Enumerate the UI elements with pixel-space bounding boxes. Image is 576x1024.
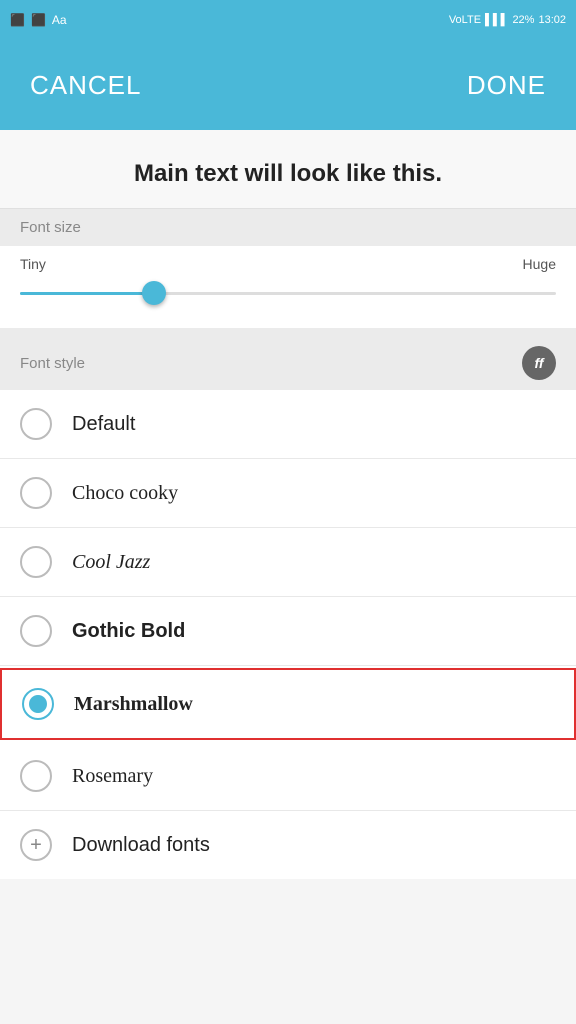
preview-text: Main text will look like this. (20, 160, 556, 188)
status-bar: ⬛ ⬛ Aa VoLTE ▌▌▌ 22% 13:02 (0, 0, 576, 40)
font-name-rosemary: Rosemary (72, 765, 153, 788)
font-name-cool-jazz: Cool Jazz (72, 551, 150, 574)
slider-fill (20, 292, 154, 295)
accessibility-icon: ⬛ (31, 13, 46, 27)
font-item-cool-jazz[interactable]: Cool Jazz (0, 528, 576, 597)
volte-indicator: VoLTE (449, 14, 481, 26)
plus-icon: + (20, 829, 52, 861)
radio-default[interactable] (20, 408, 52, 440)
screenshot-icon: ⬛ (10, 13, 25, 27)
radio-cool-jazz[interactable] (20, 546, 52, 578)
font-size-section: Tiny Huge (0, 246, 576, 336)
font-list: Default Choco cooky Cool Jazz Gothic Bol… (0, 390, 576, 879)
status-bar-left: ⬛ ⬛ Aa (10, 13, 67, 27)
status-bar-right: VoLTE ▌▌▌ 22% 13:02 (449, 14, 566, 26)
font-item-rosemary[interactable]: Rosemary (0, 742, 576, 811)
font-name-choco-cooky: Choco cooky (72, 482, 178, 505)
preview-area: Main text will look like this. (0, 130, 576, 209)
font-size-slider[interactable] (20, 278, 556, 308)
ff-badge[interactable]: ff (522, 346, 556, 380)
font-item-marshmallow[interactable]: Marshmallow (0, 668, 576, 740)
radio-inner-marshmallow (29, 695, 47, 713)
battery-level: 22% (512, 14, 534, 26)
radio-marshmallow[interactable] (22, 688, 54, 720)
font-item-default[interactable]: Default (0, 390, 576, 459)
font-size-section-header: Font size (0, 209, 576, 246)
slider-max-label: Huge (523, 256, 556, 272)
radio-rosemary[interactable] (20, 760, 52, 792)
font-name-marshmallow: Marshmallow (74, 693, 193, 716)
download-fonts-item[interactable]: + Download fonts (0, 811, 576, 879)
font-icon: Aa (52, 13, 67, 27)
font-item-gothic-bold[interactable]: Gothic Bold (0, 597, 576, 666)
signal-bars: ▌▌▌ (485, 14, 508, 26)
slider-min-label: Tiny (20, 256, 46, 272)
download-fonts-label: Download fonts (72, 834, 210, 857)
font-style-section-header: Font style ff (0, 336, 576, 390)
action-bar: CANCEL DONE (0, 40, 576, 130)
font-size-label: Font size (20, 219, 81, 236)
slider-labels: Tiny Huge (20, 256, 556, 272)
time-display: 13:02 (538, 14, 566, 26)
font-style-label: Font style (20, 355, 85, 372)
done-button[interactable]: DONE (467, 70, 546, 101)
font-name-default: Default (72, 413, 135, 436)
radio-choco-cooky[interactable] (20, 477, 52, 509)
slider-thumb[interactable] (142, 281, 166, 305)
font-item-choco-cooky[interactable]: Choco cooky (0, 459, 576, 528)
radio-gothic-bold[interactable] (20, 615, 52, 647)
cancel-button[interactable]: CANCEL (30, 70, 141, 101)
font-name-gothic-bold: Gothic Bold (72, 620, 185, 643)
slider-track (20, 292, 556, 295)
